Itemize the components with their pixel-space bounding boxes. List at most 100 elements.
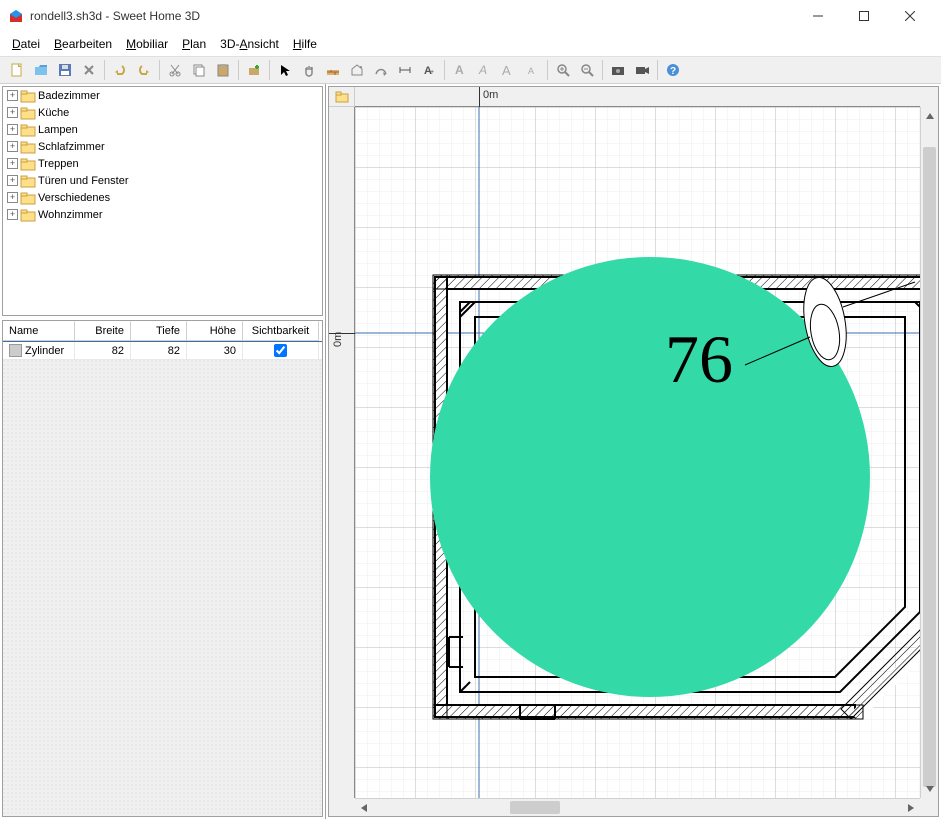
plan-canvas[interactable]: 76	[355, 107, 920, 798]
menu-bar: Datei Bearbeiten Mobiliar Plan 3D-Ansich…	[0, 32, 941, 56]
catalog-item[interactable]: +Schlafzimmer	[3, 138, 322, 155]
catalog-label: Lampen	[38, 124, 78, 136]
select-icon[interactable]	[274, 59, 296, 81]
scrollbar-vertical[interactable]	[920, 107, 938, 798]
app-icon	[8, 8, 24, 24]
new-file-icon[interactable]	[6, 59, 28, 81]
folder-icon	[20, 106, 36, 120]
col-name[interactable]: Name	[3, 321, 75, 341]
create-photo-icon[interactable]	[607, 59, 629, 81]
create-polylines-icon[interactable]	[370, 59, 392, 81]
folder-icon	[335, 91, 349, 103]
pan-icon[interactable]	[298, 59, 320, 81]
ruler-vertical: 0m	[329, 107, 355, 798]
col-breite[interactable]: Breite	[75, 321, 131, 341]
cell-breite: 82	[75, 342, 131, 359]
toolbar: A+ A A A A ?	[0, 56, 941, 84]
col-hoehe[interactable]: Höhe	[187, 321, 243, 341]
catalog-item[interactable]: +Küche	[3, 104, 322, 121]
window-title: rondell3.sh3d - Sweet Home 3D	[30, 9, 795, 23]
table-row[interactable]: Zylinder 82 82 30	[3, 342, 322, 360]
expand-icon[interactable]: +	[7, 158, 18, 169]
catalog-item[interactable]: + Türen und Fenster	[3, 172, 322, 189]
create-dimensions-icon[interactable]	[394, 59, 416, 81]
zoom-in-icon[interactable]	[552, 59, 574, 81]
menu-bearbeiten[interactable]: Bearbeiten	[48, 35, 118, 53]
svg-text:?: ?	[670, 66, 676, 77]
maximize-button[interactable]	[841, 0, 887, 32]
catalog-item[interactable]: +Verschiedenes	[3, 189, 322, 206]
bold-icon[interactable]: A	[449, 59, 471, 81]
folder-icon	[20, 89, 36, 103]
main-area: +Badezimmer+Küche+Lampen+Schlafzimmer+Tr…	[0, 84, 941, 819]
minimize-button[interactable]	[795, 0, 841, 32]
cell-name: Zylinder	[3, 342, 75, 359]
decrease-text-icon[interactable]: A	[521, 59, 543, 81]
paste-icon[interactable]	[212, 59, 234, 81]
undo-icon[interactable]	[109, 59, 131, 81]
scroll-down-icon[interactable]	[921, 780, 938, 798]
create-text-icon[interactable]: A+	[418, 59, 440, 81]
furniture-table-header: Name Breite Tiefe Höhe Sichtbarkeit	[3, 321, 322, 342]
menu-mobiliar[interactable]: Mobiliar	[120, 35, 174, 53]
expand-icon[interactable]: +	[7, 107, 18, 118]
expand-icon[interactable]: +	[7, 209, 18, 220]
catalog-item[interactable]: + Wohnzimmer	[3, 206, 322, 223]
title-bar: rondell3.sh3d - Sweet Home 3D	[0, 0, 941, 32]
catalog-item[interactable]: + Lampen	[3, 121, 322, 138]
expand-icon[interactable]: +	[7, 90, 18, 101]
catalog-label: Türen und Fenster	[38, 175, 129, 187]
col-tiefe[interactable]: Tiefe	[131, 321, 187, 341]
expand-icon[interactable]: +	[7, 124, 18, 135]
col-sichtbarkeit[interactable]: Sichtbarkeit	[243, 321, 319, 341]
create-video-icon[interactable]	[631, 59, 653, 81]
create-rooms-icon[interactable]	[346, 59, 368, 81]
open-file-icon[interactable]	[30, 59, 52, 81]
increase-text-icon[interactable]: A	[497, 59, 519, 81]
add-furniture-icon[interactable]	[243, 59, 265, 81]
menu-datei[interactable]: Datei	[6, 35, 46, 53]
save-icon[interactable]	[54, 59, 76, 81]
copy-icon[interactable]	[188, 59, 210, 81]
svg-text:+: +	[430, 69, 434, 76]
scroll-up-icon[interactable]	[921, 107, 938, 125]
redo-icon[interactable]	[133, 59, 155, 81]
menu-3d-ansicht[interactable]: 3D-Ansicht	[214, 35, 285, 53]
scrollbar-thumb-v[interactable]	[923, 147, 936, 787]
catalog-label: Badezimmer	[38, 90, 100, 102]
svg-text:A: A	[478, 63, 487, 77]
left-panel: +Badezimmer+Küche+Lampen+Schlafzimmer+Tr…	[0, 84, 326, 819]
cut-icon[interactable]	[164, 59, 186, 81]
folder-icon	[20, 140, 36, 154]
scroll-left-icon[interactable]	[355, 799, 373, 816]
catalog-item[interactable]: + Badezimmer	[3, 87, 322, 104]
scrollbar-horizontal[interactable]	[355, 798, 920, 816]
catalog-item[interactable]: +Treppen	[3, 155, 322, 172]
ruler-horizontal: 0m	[355, 87, 920, 107]
ruler-corner	[329, 87, 355, 107]
folder-icon	[20, 208, 36, 222]
dimension-label: 76	[665, 321, 733, 397]
create-walls-icon[interactable]	[322, 59, 344, 81]
expand-icon[interactable]: +	[7, 192, 18, 203]
furniture-table-body[interactable]	[3, 360, 322, 816]
italic-icon[interactable]: A	[473, 59, 495, 81]
close-button[interactable]	[887, 0, 933, 32]
scrollbar-thumb-h[interactable]	[510, 801, 560, 814]
help-icon[interactable]: ?	[662, 59, 684, 81]
furniture-table: Name Breite Tiefe Höhe Sichtbarkeit Zyli…	[2, 320, 323, 817]
scroll-right-icon[interactable]	[902, 799, 920, 816]
preferences-icon[interactable]	[78, 59, 100, 81]
furniture-icon	[9, 344, 22, 357]
visibility-checkbox[interactable]	[274, 344, 287, 357]
menu-hilfe[interactable]: Hilfe	[287, 35, 323, 53]
catalog-label: Wohnzimmer	[38, 209, 103, 221]
folder-icon	[20, 123, 36, 137]
furniture-catalog[interactable]: +Badezimmer+Küche+Lampen+Schlafzimmer+Tr…	[2, 86, 323, 316]
menu-plan[interactable]: Plan	[176, 35, 212, 53]
zoom-out-icon[interactable]	[576, 59, 598, 81]
folder-icon	[20, 157, 36, 171]
expand-icon[interactable]: +	[7, 141, 18, 152]
expand-icon[interactable]: +	[7, 175, 18, 186]
folder-icon	[20, 174, 36, 188]
